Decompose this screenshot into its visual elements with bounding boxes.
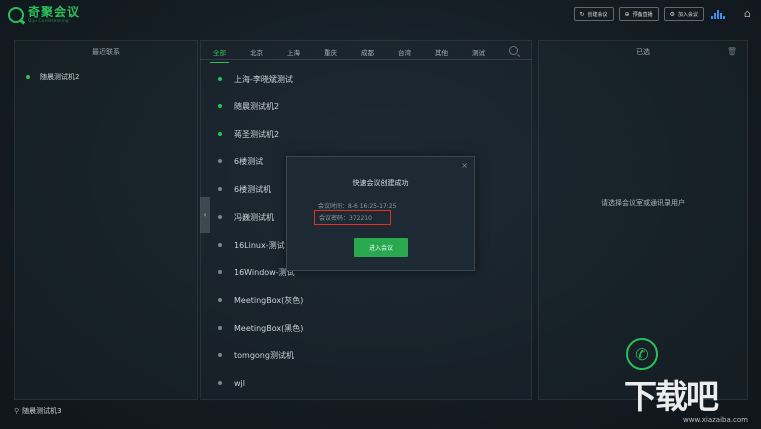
tabs-divider [200, 59, 532, 60]
watermark-logo: 下载吧 [624, 377, 719, 416]
meeting-password: 会议密码：372210 [314, 210, 391, 225]
top-actions: ↻ 创建会议 ⊕ 预备直播 ⚙ 加入会议 [573, 7, 725, 21]
phone-icon: ✆ [635, 344, 649, 364]
selection-hint: 请选择会议室或通讯录用户 [601, 199, 685, 207]
join-meeting-button[interactable]: ⚙ 加入会议 [663, 7, 704, 21]
contact-item[interactable]: MeetingBox(灰色) [218, 294, 303, 306]
contact-item[interactable]: 冯巍测试机 [218, 211, 274, 223]
location-pin-icon: ⚲ [14, 407, 20, 415]
contact-item[interactable]: 6楼测试 [218, 155, 263, 167]
tab-shanghai[interactable]: 上海 [287, 47, 300, 57]
refresh-icon: ↻ [579, 10, 585, 18]
contact-item[interactable]: 6楼测试机 [218, 183, 271, 195]
contact-item[interactable]: wjl [218, 377, 245, 389]
tab-chongqing[interactable]: 重庆 [324, 47, 337, 57]
logo-icon [8, 6, 24, 23]
schedule-live-button[interactable]: ⊕ 预备直播 [618, 7, 659, 21]
selected-panel-title: 已选 [636, 48, 650, 56]
chevron-left-icon: ‹ [203, 211, 207, 219]
create-meeting-button[interactable]: ↻ 创建会议 [573, 7, 614, 21]
offline-status-icon [218, 326, 222, 330]
top-bar: 奇聚会议 Qiju Conferencing ↻ 创建会议 ⊕ 预备直播 ⚙ 加… [0, 0, 761, 30]
online-status-icon [26, 75, 30, 79]
home-icon[interactable]: ⌂ [744, 7, 751, 20]
logo-subtitle: Qiju Conferencing [28, 18, 69, 23]
clock-icon: ⊕ [624, 10, 630, 18]
contact-item[interactable]: 16Linux-测试 [218, 239, 285, 251]
offline-status-icon [218, 243, 222, 247]
recent-contacts-title: 最近联系 [92, 48, 120, 56]
tab-beijing[interactable]: 北京 [250, 47, 263, 57]
online-status-icon [218, 77, 222, 81]
watermark-url: www.xiazaiba.com [683, 416, 748, 424]
region-tabs: 全部 北京 上海 重庆 成都 台湾 其他 测试 [210, 47, 485, 63]
online-status-icon [218, 132, 222, 136]
tab-other[interactable]: 其他 [435, 47, 448, 57]
offline-status-icon [218, 187, 222, 191]
tab-chengdu[interactable]: 成都 [361, 47, 374, 57]
dialog-title: 快速会议创建成功 [352, 179, 409, 187]
meeting-time: 会议时间：8-6 16:25-17:25 [318, 203, 397, 210]
enter-meeting-button[interactable]: 进入会议 [354, 238, 408, 257]
contact-item[interactable]: 16Window-测试 [218, 266, 295, 278]
offline-status-icon [218, 353, 222, 357]
tab-test[interactable]: 测试 [472, 47, 485, 57]
online-status-icon [218, 104, 222, 108]
contact-item[interactable]: 上海-李晓斌测试 [218, 73, 293, 85]
recent-contact-item[interactable]: 随晨测试机2 [26, 72, 79, 82]
tab-all[interactable]: 全部 [210, 47, 229, 63]
offline-status-icon [218, 215, 222, 219]
signal-icon[interactable] [711, 9, 725, 19]
tab-taiwan[interactable]: 台湾 [398, 47, 411, 57]
collapse-handle[interactable]: ‹ [200, 197, 210, 233]
trash-icon[interactable]: 🗑 [727, 47, 737, 56]
offline-status-icon [218, 159, 222, 163]
offline-status-icon [218, 270, 222, 274]
close-icon[interactable]: × [461, 161, 468, 170]
selected-panel-header: 已选 🗑 [539, 41, 747, 63]
gear-icon: ⚙ [669, 10, 675, 18]
search-icon[interactable] [509, 46, 518, 55]
current-user: ⚲ 随晨测试机3 [14, 407, 62, 415]
contact-item[interactable]: MeetingBox(黑色) [218, 322, 303, 334]
contact-item[interactable]: tomgong测试机 [218, 349, 294, 361]
offline-status-icon [218, 381, 222, 385]
contact-item[interactable]: 蒋圣测试机2 [218, 128, 279, 140]
app-logo: 奇聚会议 Qiju Conferencing [8, 6, 80, 23]
logo-title: 奇聚会议 [28, 5, 81, 19]
recent-contacts-panel: 最近联系 [14, 40, 198, 400]
meeting-created-dialog: × 快速会议创建成功 会议时间：8-6 16:25-17:25 会议密码：372… [286, 156, 475, 271]
call-button[interactable]: ✆ [626, 338, 658, 370]
offline-status-icon [218, 298, 222, 302]
contact-item[interactable]: 随晨测试机2 [218, 100, 279, 112]
